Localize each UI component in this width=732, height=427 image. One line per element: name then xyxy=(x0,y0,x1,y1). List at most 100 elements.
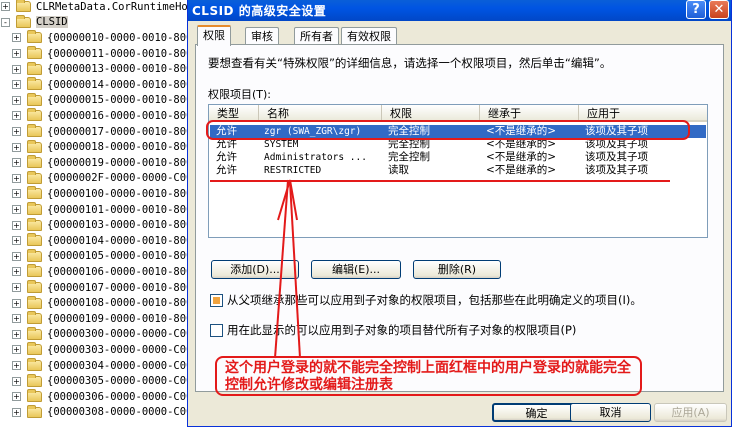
inherit-checkbox-row[interactable]: 从父项继承那些可以应用到子对象的权限项目，包括那些在此明确定义的项目(I)。 xyxy=(210,292,642,308)
permission-row[interactable]: 允许 Administrators ... 完全控制 <不是继承的> 该项及其子项 xyxy=(210,151,706,164)
tree-item[interactable]: + {00000015-0000-0010-800 xyxy=(0,92,190,109)
expand-icon[interactable]: + xyxy=(12,392,21,402)
tree-item-label: {00000308-0000-0000-C00 xyxy=(47,406,190,419)
close-button[interactable]: ✕ xyxy=(709,0,729,19)
folder-icon xyxy=(27,233,42,247)
expand-icon[interactable]: + xyxy=(12,80,21,90)
expand-icon[interactable]: + xyxy=(12,283,21,293)
tree-item[interactable]: + {00000100-0000-0010-800 xyxy=(0,186,190,202)
expand-icon[interactable]: + xyxy=(12,189,21,199)
apply-button[interactable]: 应用(A) xyxy=(654,403,727,422)
expand-icon[interactable]: + xyxy=(12,158,21,168)
tree-item[interactable]: + {00000010-0000-0010-800 xyxy=(0,30,190,46)
folder-icon xyxy=(27,124,42,138)
tree-item[interactable]: + {00000106-0000-0010-800 xyxy=(0,264,190,280)
permission-row[interactable]: 允许 RESTRICTED 读取 <不是继承的> 该项及其子项 xyxy=(210,164,706,177)
tree-item[interactable]: + {00000305-0000-0000-C00 xyxy=(0,373,190,389)
tree-item[interactable]: + {00000014-0000-0010-800 xyxy=(0,77,190,93)
expand-icon[interactable]: + xyxy=(12,361,21,371)
folder-icon xyxy=(27,46,42,60)
inherit-checkbox[interactable] xyxy=(210,293,223,307)
cell-permission: 读取 xyxy=(388,164,409,176)
expand-icon[interactable]: + xyxy=(12,127,21,137)
tree-item[interactable]: + {00000013-0000-0010-800 xyxy=(0,61,190,77)
tree-item[interactable]: + {00000109-0000-0010-800 xyxy=(0,311,190,327)
replace-checkbox[interactable] xyxy=(210,323,223,337)
cancel-button[interactable]: 取消 xyxy=(570,403,651,422)
expand-icon[interactable]: + xyxy=(12,376,21,386)
expand-icon[interactable]: + xyxy=(12,173,21,183)
expand-icon[interactable]: + xyxy=(12,205,21,215)
tab-permissions[interactable]: 权限 xyxy=(197,25,231,46)
expand-icon[interactable]: + xyxy=(12,314,21,324)
expand-icon[interactable]: + xyxy=(12,407,21,417)
help-button[interactable]: ? xyxy=(686,0,706,19)
folder-icon xyxy=(27,342,42,356)
instructions-text: 要想查看有关“特殊权限”的详细信息，请选择一个权限项目，然后单击“编辑”。 xyxy=(208,56,612,70)
replace-checkbox-row[interactable]: 用在此显示的可以应用到子对象的项目替代所有子对象的权限项目(P) xyxy=(210,322,576,338)
expand-icon[interactable]: + xyxy=(12,64,21,74)
expand-icon[interactable]: + xyxy=(12,33,21,43)
folder-icon xyxy=(27,77,42,91)
title-bar[interactable]: CLSID 的高级安全设置 ? ✕ xyxy=(188,0,731,21)
tree-item-label: {00000010-0000-0010-800 xyxy=(47,31,190,44)
tree-item[interactable]: + {00000017-0000-0010-800 xyxy=(0,124,190,140)
expand-icon[interactable]: + xyxy=(12,49,21,59)
edit-button[interactable]: 编辑(E)... xyxy=(311,260,401,279)
folder-icon xyxy=(27,202,42,216)
tree-item-label: {00000305-0000-0000-C00 xyxy=(47,375,190,388)
tree-item[interactable]: + {00000016-0000-0010-800 xyxy=(0,108,190,124)
collapse-icon[interactable]: - xyxy=(1,17,10,27)
expand-icon[interactable]: + xyxy=(12,142,21,152)
folder-icon xyxy=(27,61,42,75)
tree-item[interactable]: + {00000308-0000-0000-C00 xyxy=(0,404,190,421)
tree-item[interactable]: + {0000002F-0000-0000-C00 xyxy=(0,170,190,187)
expand-icon[interactable]: + xyxy=(12,345,21,355)
tree-item[interactable]: + {00000306-0000-0000-C00 xyxy=(0,389,190,405)
add-button[interactable]: 添加(D)... xyxy=(211,260,299,279)
remove-button[interactable]: 删除(R) xyxy=(413,260,501,279)
registry-tree[interactable]: + CLRMetaData.CorRuntimeHost - CLSID + {00000… xyxy=(0,0,190,427)
expand-icon[interactable]: + xyxy=(12,236,21,246)
folder-icon xyxy=(27,326,42,340)
expand-icon[interactable]: + xyxy=(12,95,21,105)
tab-auditing[interactable]: 审核 xyxy=(245,27,279,45)
tree-item[interactable]: + {00000104-0000-0010-800 xyxy=(0,233,190,249)
tree-item[interactable]: + {00000107-0000-0010-800 xyxy=(0,280,190,296)
dialog-title: CLSID 的高级安全设置 xyxy=(192,4,327,18)
tree-item[interactable]: + {00000108-0000-0010-800 xyxy=(0,295,190,311)
tree-item-label: {00000011-0000-0010-800 xyxy=(47,47,190,60)
cell-name: Administrators ... xyxy=(264,152,367,163)
folder-icon xyxy=(27,295,42,309)
tree-item[interactable]: + {00000018-0000-0010-800 xyxy=(0,139,190,155)
expand-icon[interactable]: + xyxy=(12,329,21,339)
tree-item[interactable]: + {00000300-0000-0000-C00 xyxy=(0,326,190,343)
tab-effective-permissions[interactable]: 有效权限 xyxy=(341,27,397,45)
annotation-note: 这个用户登录的就不能完全控制上面红框中的用户登录的就能完全控制允许修改或编辑注册… xyxy=(215,356,642,396)
tree-item-label: {00000104-0000-0010-800 xyxy=(47,234,190,247)
folder-icon xyxy=(27,311,42,325)
tree-item[interactable]: + {00000303-0000-0000-C00 xyxy=(0,342,190,358)
expand-icon[interactable]: + xyxy=(12,298,21,308)
expand-icon[interactable]: + xyxy=(1,2,10,12)
tree-item[interactable]: - CLSID xyxy=(0,14,190,31)
tree-item-label: {00000106-0000-0010-800 xyxy=(47,265,190,278)
folder-icon xyxy=(27,186,42,200)
folder-icon xyxy=(27,217,42,231)
expand-icon[interactable]: + xyxy=(12,111,21,121)
tree-item-label: {00000109-0000-0010-800 xyxy=(47,312,190,325)
tree-item[interactable]: + {00000101-0000-0010-800 xyxy=(0,202,190,218)
tree-item[interactable]: + {00000011-0000-0010-800 xyxy=(0,46,190,62)
expand-icon[interactable]: + xyxy=(12,220,21,230)
tree-item[interactable]: + {00000103-0000-0010-800 xyxy=(0,217,190,233)
tree-item[interactable]: + CLRMetaData.CorRuntimeHost xyxy=(0,0,190,15)
folder-icon xyxy=(27,280,42,294)
tree-item[interactable]: + {00000105-0000-0010-800 xyxy=(0,248,190,265)
expand-icon[interactable]: + xyxy=(12,267,21,277)
tree-item[interactable]: + {00000304-0000-0000-C00 xyxy=(0,358,190,374)
ok-button[interactable]: 确定 xyxy=(492,403,581,422)
tab-owner[interactable]: 所有者 xyxy=(294,27,339,45)
tree-item-label: {00000108-0000-0010-800 xyxy=(47,297,190,310)
tree-item[interactable]: + {00000019-0000-0010-800 xyxy=(0,155,190,171)
expand-icon[interactable]: + xyxy=(12,251,21,261)
